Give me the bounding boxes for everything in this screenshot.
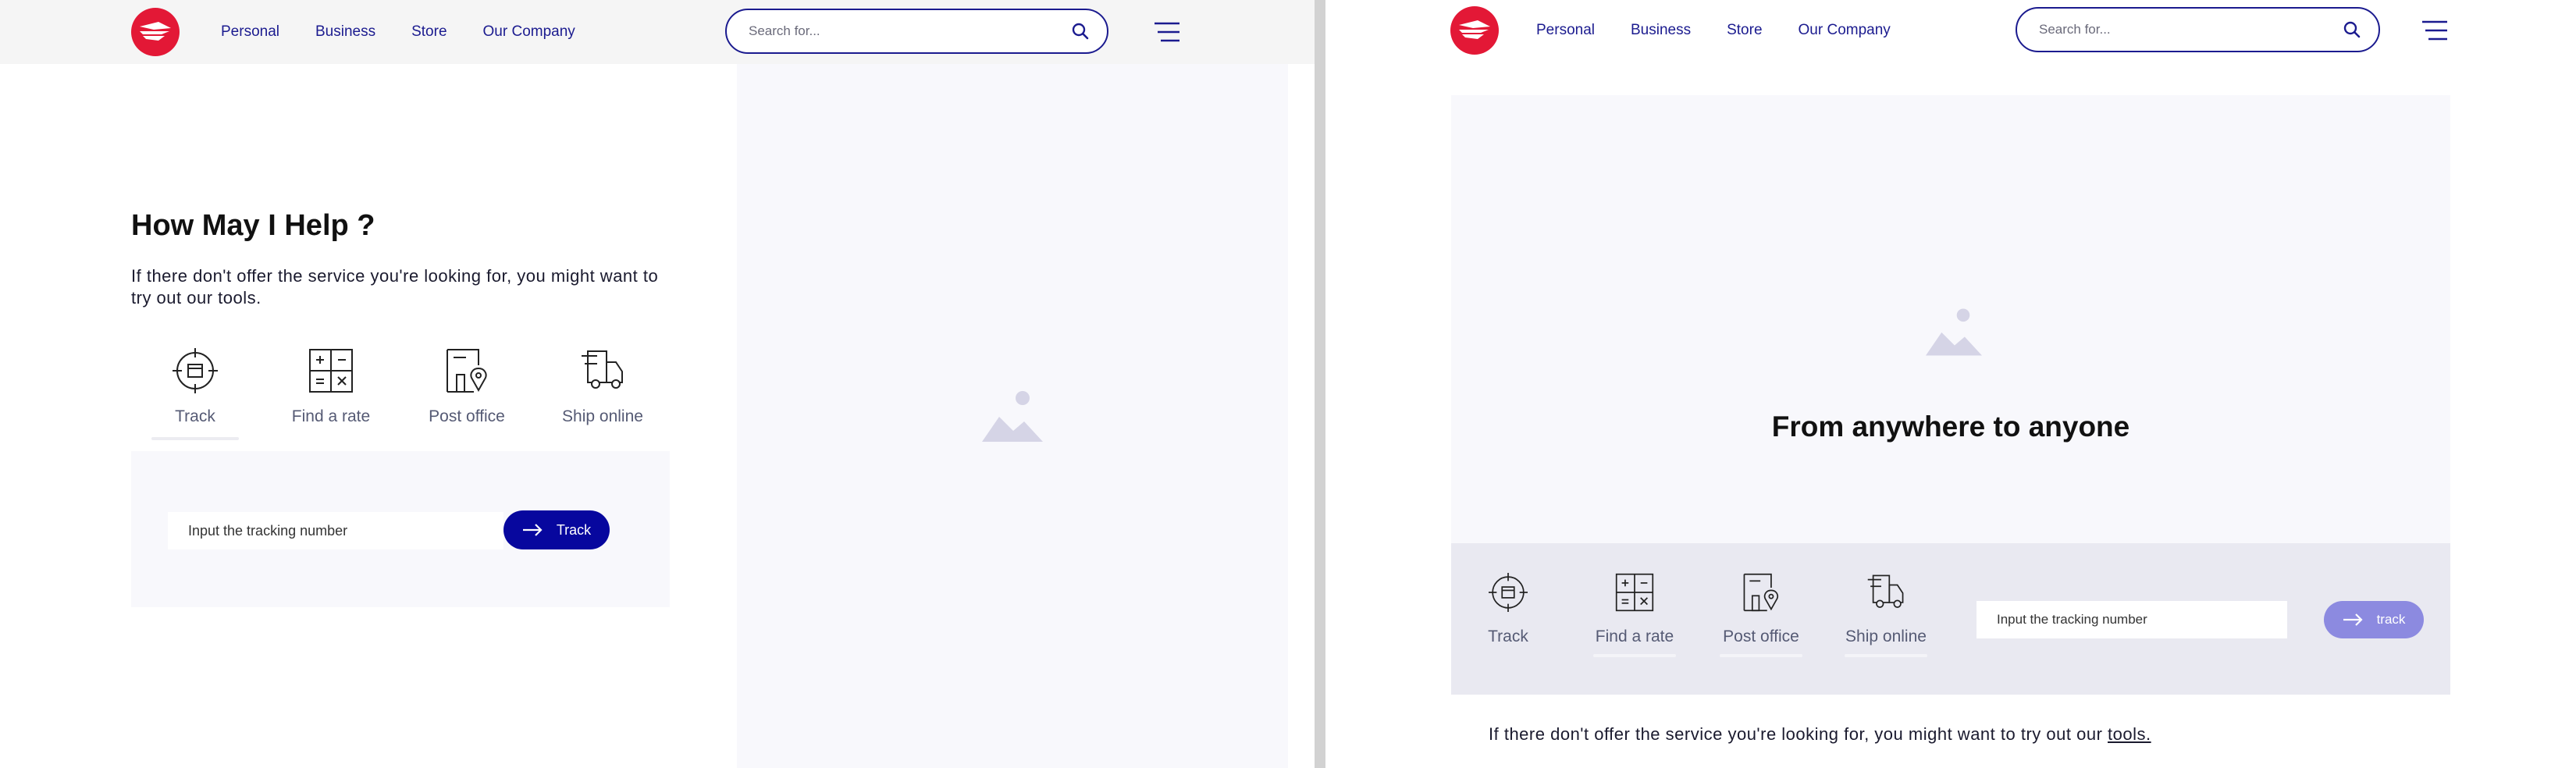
tool-label-find-a-rate: Find a rate [1595,628,1674,645]
track-button[interactable]: track [2324,601,2424,638]
tool-underline [1593,654,1676,657]
tool-label-track: Track [175,407,215,425]
arrow-right-icon [2343,613,2363,626]
tool-track[interactable]: Track [151,348,239,440]
active-tab-indicator [151,437,239,440]
footer-text-body: If there don't offer the service you're … [1489,724,2108,744]
calculator-icon [309,349,353,393]
right-frame: Personal Business Store Our Company From… [1325,0,2576,768]
site-header: Personal Business Store Our Company [1325,0,2576,61]
calculator-icon [1615,573,1654,612]
arrow-right-icon [522,524,543,536]
tool-label-post-office: Post office [429,407,505,425]
frame-divider [1315,0,1325,768]
hero-image-placeholder [737,64,1288,768]
page-heading: How May I Help ? [131,209,375,242]
nav-item-our-company[interactable]: Our Company [1799,22,1891,39]
hero-banner: From anywhere to anyone [1451,95,2450,543]
search-icon[interactable] [1071,22,1090,41]
tool-label-track: Track [1488,628,1528,645]
tool-label-ship-online: Ship online [1845,628,1927,645]
tool-underline [1720,654,1802,657]
search-box [2016,7,2380,52]
track-target-icon [1489,573,1528,612]
image-placeholder-icon [1926,308,1982,356]
nav-item-business[interactable]: Business [1631,22,1691,39]
hamburger-menu-icon[interactable] [1154,22,1180,42]
tool-ship-online[interactable]: Ship online [1843,573,1929,657]
eagle-logo-icon [1459,20,1490,39]
canada-post-logo[interactable] [1450,6,1499,55]
hamburger-menu-icon[interactable] [2421,20,2448,41]
search-input[interactable] [2039,22,2343,37]
tools-band: Track Find a rate Post office Ship onlin… [1451,543,2450,695]
tracking-panel: Track [131,451,670,607]
tracking-number-input[interactable] [168,512,503,549]
nav-item-business[interactable]: Business [315,23,375,41]
track-button-label: Track [556,521,592,538]
delivery-truck-icon [1867,574,1904,608]
nav-item-store[interactable]: Store [1727,22,1762,39]
image-placeholder-icon [982,391,1043,442]
tool-track[interactable]: Track [1475,573,1542,646]
post-office-location-icon [1743,573,1779,612]
tool-post-office[interactable]: Post office [1718,573,1804,657]
search-input[interactable] [749,23,1071,39]
main-nav: Personal Business Store Our Company [1536,22,1891,39]
nav-item-personal[interactable]: Personal [1536,22,1595,39]
nav-item-our-company[interactable]: Our Company [483,23,575,41]
track-button-label: track [2376,612,2406,627]
eagle-logo-icon [140,22,171,41]
footer-text: If there don't offer the service you're … [1489,724,2151,745]
site-header: Personal Business Store Our Company [0,0,1315,64]
intro-text: If there don't offer the service you're … [131,266,659,308]
tracking-number-input[interactable] [1976,601,2287,638]
tool-label-ship-online: Ship online [562,407,643,425]
delivery-truck-icon [582,350,623,389]
tool-ship-online[interactable]: Ship online [556,348,649,426]
main-nav: Personal Business Store Our Company [221,23,575,41]
tools-link[interactable]: tools. [2108,724,2151,744]
track-target-icon [173,348,218,393]
hero-title: From anywhere to anyone [1771,411,2130,443]
track-button[interactable]: Track [503,510,610,549]
tool-label-post-office: Post office [1723,628,1799,645]
left-frame: Personal Business Store Our Company How … [0,0,1315,768]
tool-find-a-rate[interactable]: Find a rate [284,348,378,426]
canada-post-logo[interactable] [131,8,180,56]
tool-label-find-a-rate: Find a rate [291,407,371,425]
search-box [725,9,1108,54]
tool-post-office[interactable]: Post office [420,348,514,426]
tool-underline [1845,654,1927,657]
nav-item-store[interactable]: Store [411,23,447,41]
tool-find-a-rate[interactable]: Find a rate [1592,573,1678,657]
post-office-location-icon [447,349,487,393]
search-icon[interactable] [2343,20,2361,39]
nav-item-personal[interactable]: Personal [221,23,279,41]
